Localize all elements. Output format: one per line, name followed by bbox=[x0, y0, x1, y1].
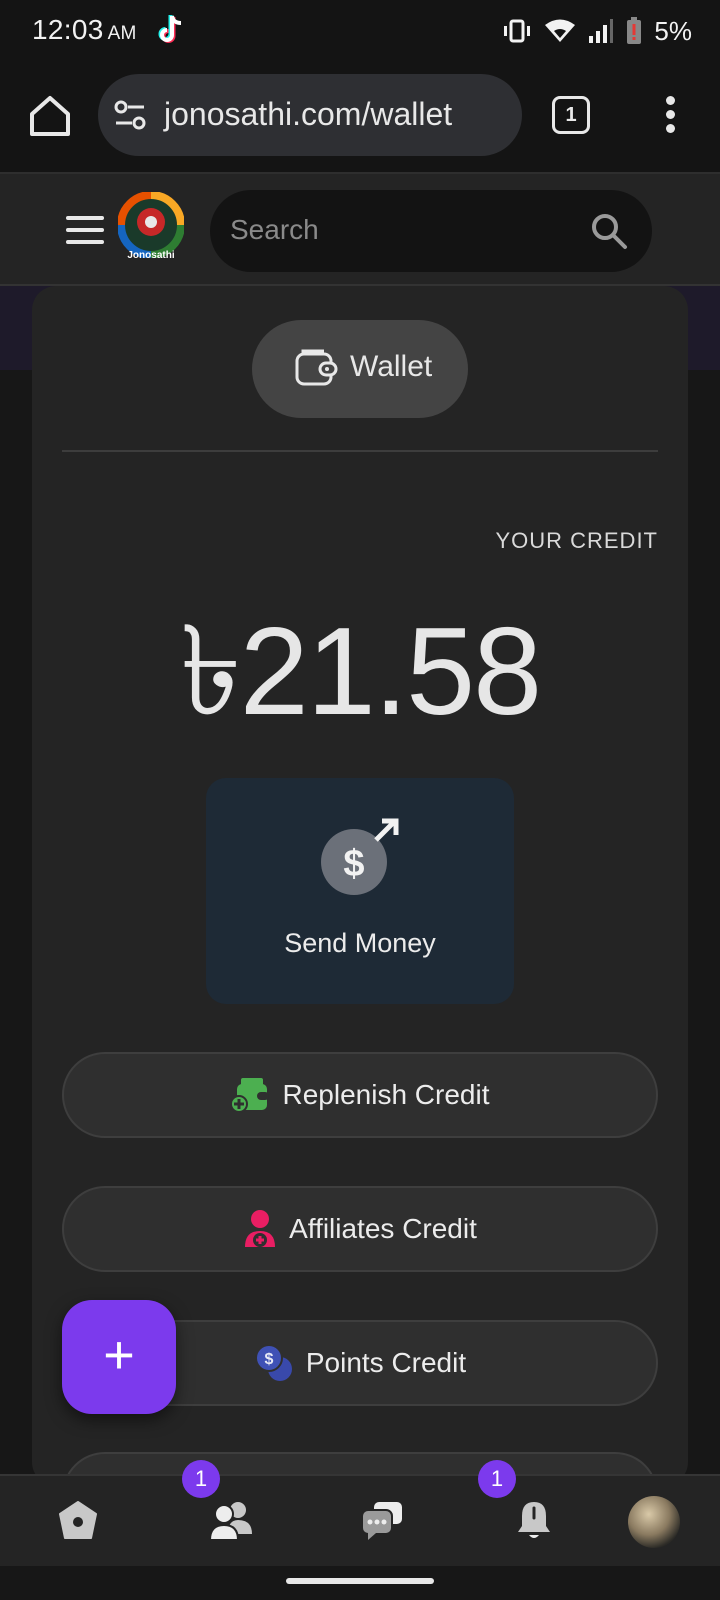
gesture-area bbox=[0, 1566, 720, 1600]
affiliates-credit-label: Affiliates Credit bbox=[289, 1213, 477, 1244]
replenish-credit-label: Replenish Credit bbox=[282, 1079, 490, 1110]
wallet-add-icon bbox=[230, 1078, 269, 1113]
vibrate-icon bbox=[504, 19, 531, 43]
credit-label: YOUR CREDIT bbox=[495, 528, 658, 553]
search-input[interactable] bbox=[230, 210, 570, 250]
nav-friends[interactable]: 1 bbox=[182, 1460, 268, 1568]
tiktok-icon bbox=[158, 12, 188, 53]
svg-text:$: $ bbox=[264, 1351, 273, 1368]
search-icon[interactable] bbox=[590, 212, 628, 250]
chat-icon bbox=[361, 1502, 402, 1540]
home-gesture-bar[interactable] bbox=[286, 1578, 434, 1584]
url-text: jonosathi.com/wallet bbox=[164, 96, 453, 132]
affiliates-credit-button[interactable]: Affiliates Credit bbox=[62, 1186, 658, 1272]
bell-icon bbox=[518, 1502, 550, 1538]
nav-messages[interactable] bbox=[340, 1476, 420, 1568]
site-header: Jonosathi bbox=[0, 172, 720, 286]
points-credit-label: Points Credit bbox=[305, 1347, 467, 1378]
browser-menu-icon[interactable] bbox=[660, 96, 680, 136]
search-bar[interactable] bbox=[210, 190, 652, 272]
send-money-icon: $ bbox=[321, 818, 399, 895]
wallet-tab[interactable]: Wallet bbox=[252, 320, 468, 418]
friends-badge: 1 bbox=[182, 1460, 220, 1498]
address-bar[interactable]: jonosathi.com/wallet bbox=[98, 74, 522, 156]
signal-icon bbox=[589, 19, 614, 43]
status-time: 12:03 AM bbox=[32, 14, 137, 45]
site-settings-icon[interactable] bbox=[114, 100, 146, 130]
replenish-credit-button[interactable]: Replenish Credit bbox=[62, 1052, 658, 1138]
browser-toolbar: jonosathi.com/wallet 1 bbox=[0, 66, 720, 172]
avatar bbox=[628, 1496, 680, 1548]
send-money-button[interactable]: $ Send Money bbox=[206, 778, 514, 1004]
hamburger-menu-icon[interactable] bbox=[66, 216, 106, 246]
home-icon bbox=[59, 1501, 97, 1539]
svg-text:$: $ bbox=[343, 843, 364, 885]
coins-icon: $ bbox=[254, 1344, 292, 1381]
plus-icon: + bbox=[103, 1325, 135, 1385]
people-icon bbox=[208, 1502, 252, 1541]
user-add-icon bbox=[245, 1210, 276, 1247]
tab-switcher-button[interactable]: 1 bbox=[552, 96, 590, 134]
wifi-icon bbox=[545, 19, 576, 42]
divider bbox=[62, 450, 658, 452]
battery-icon bbox=[627, 17, 642, 44]
add-fab-button[interactable]: + bbox=[62, 1300, 176, 1414]
battery-percent: 5% bbox=[654, 15, 692, 46]
nav-home[interactable] bbox=[36, 1476, 116, 1568]
notifications-badge: 1 bbox=[478, 1460, 516, 1498]
site-logo[interactable]: Jonosathi bbox=[117, 191, 185, 268]
wallet-tab-label: Wallet bbox=[350, 350, 433, 383]
status-bar: 12:03 AM 5% bbox=[0, 0, 720, 66]
send-money-label: Send Money bbox=[284, 928, 436, 958]
credit-amount: ৳21.58 bbox=[179, 603, 542, 741]
logo-text: Jonosathi bbox=[127, 250, 175, 261]
bottom-navigation: 1 1 bbox=[0, 1460, 720, 1568]
wallet-icon bbox=[295, 349, 338, 386]
nav-notifications[interactable]: 1 bbox=[478, 1460, 572, 1568]
browser-home-icon[interactable] bbox=[26, 92, 74, 140]
nav-profile[interactable] bbox=[628, 1476, 708, 1568]
